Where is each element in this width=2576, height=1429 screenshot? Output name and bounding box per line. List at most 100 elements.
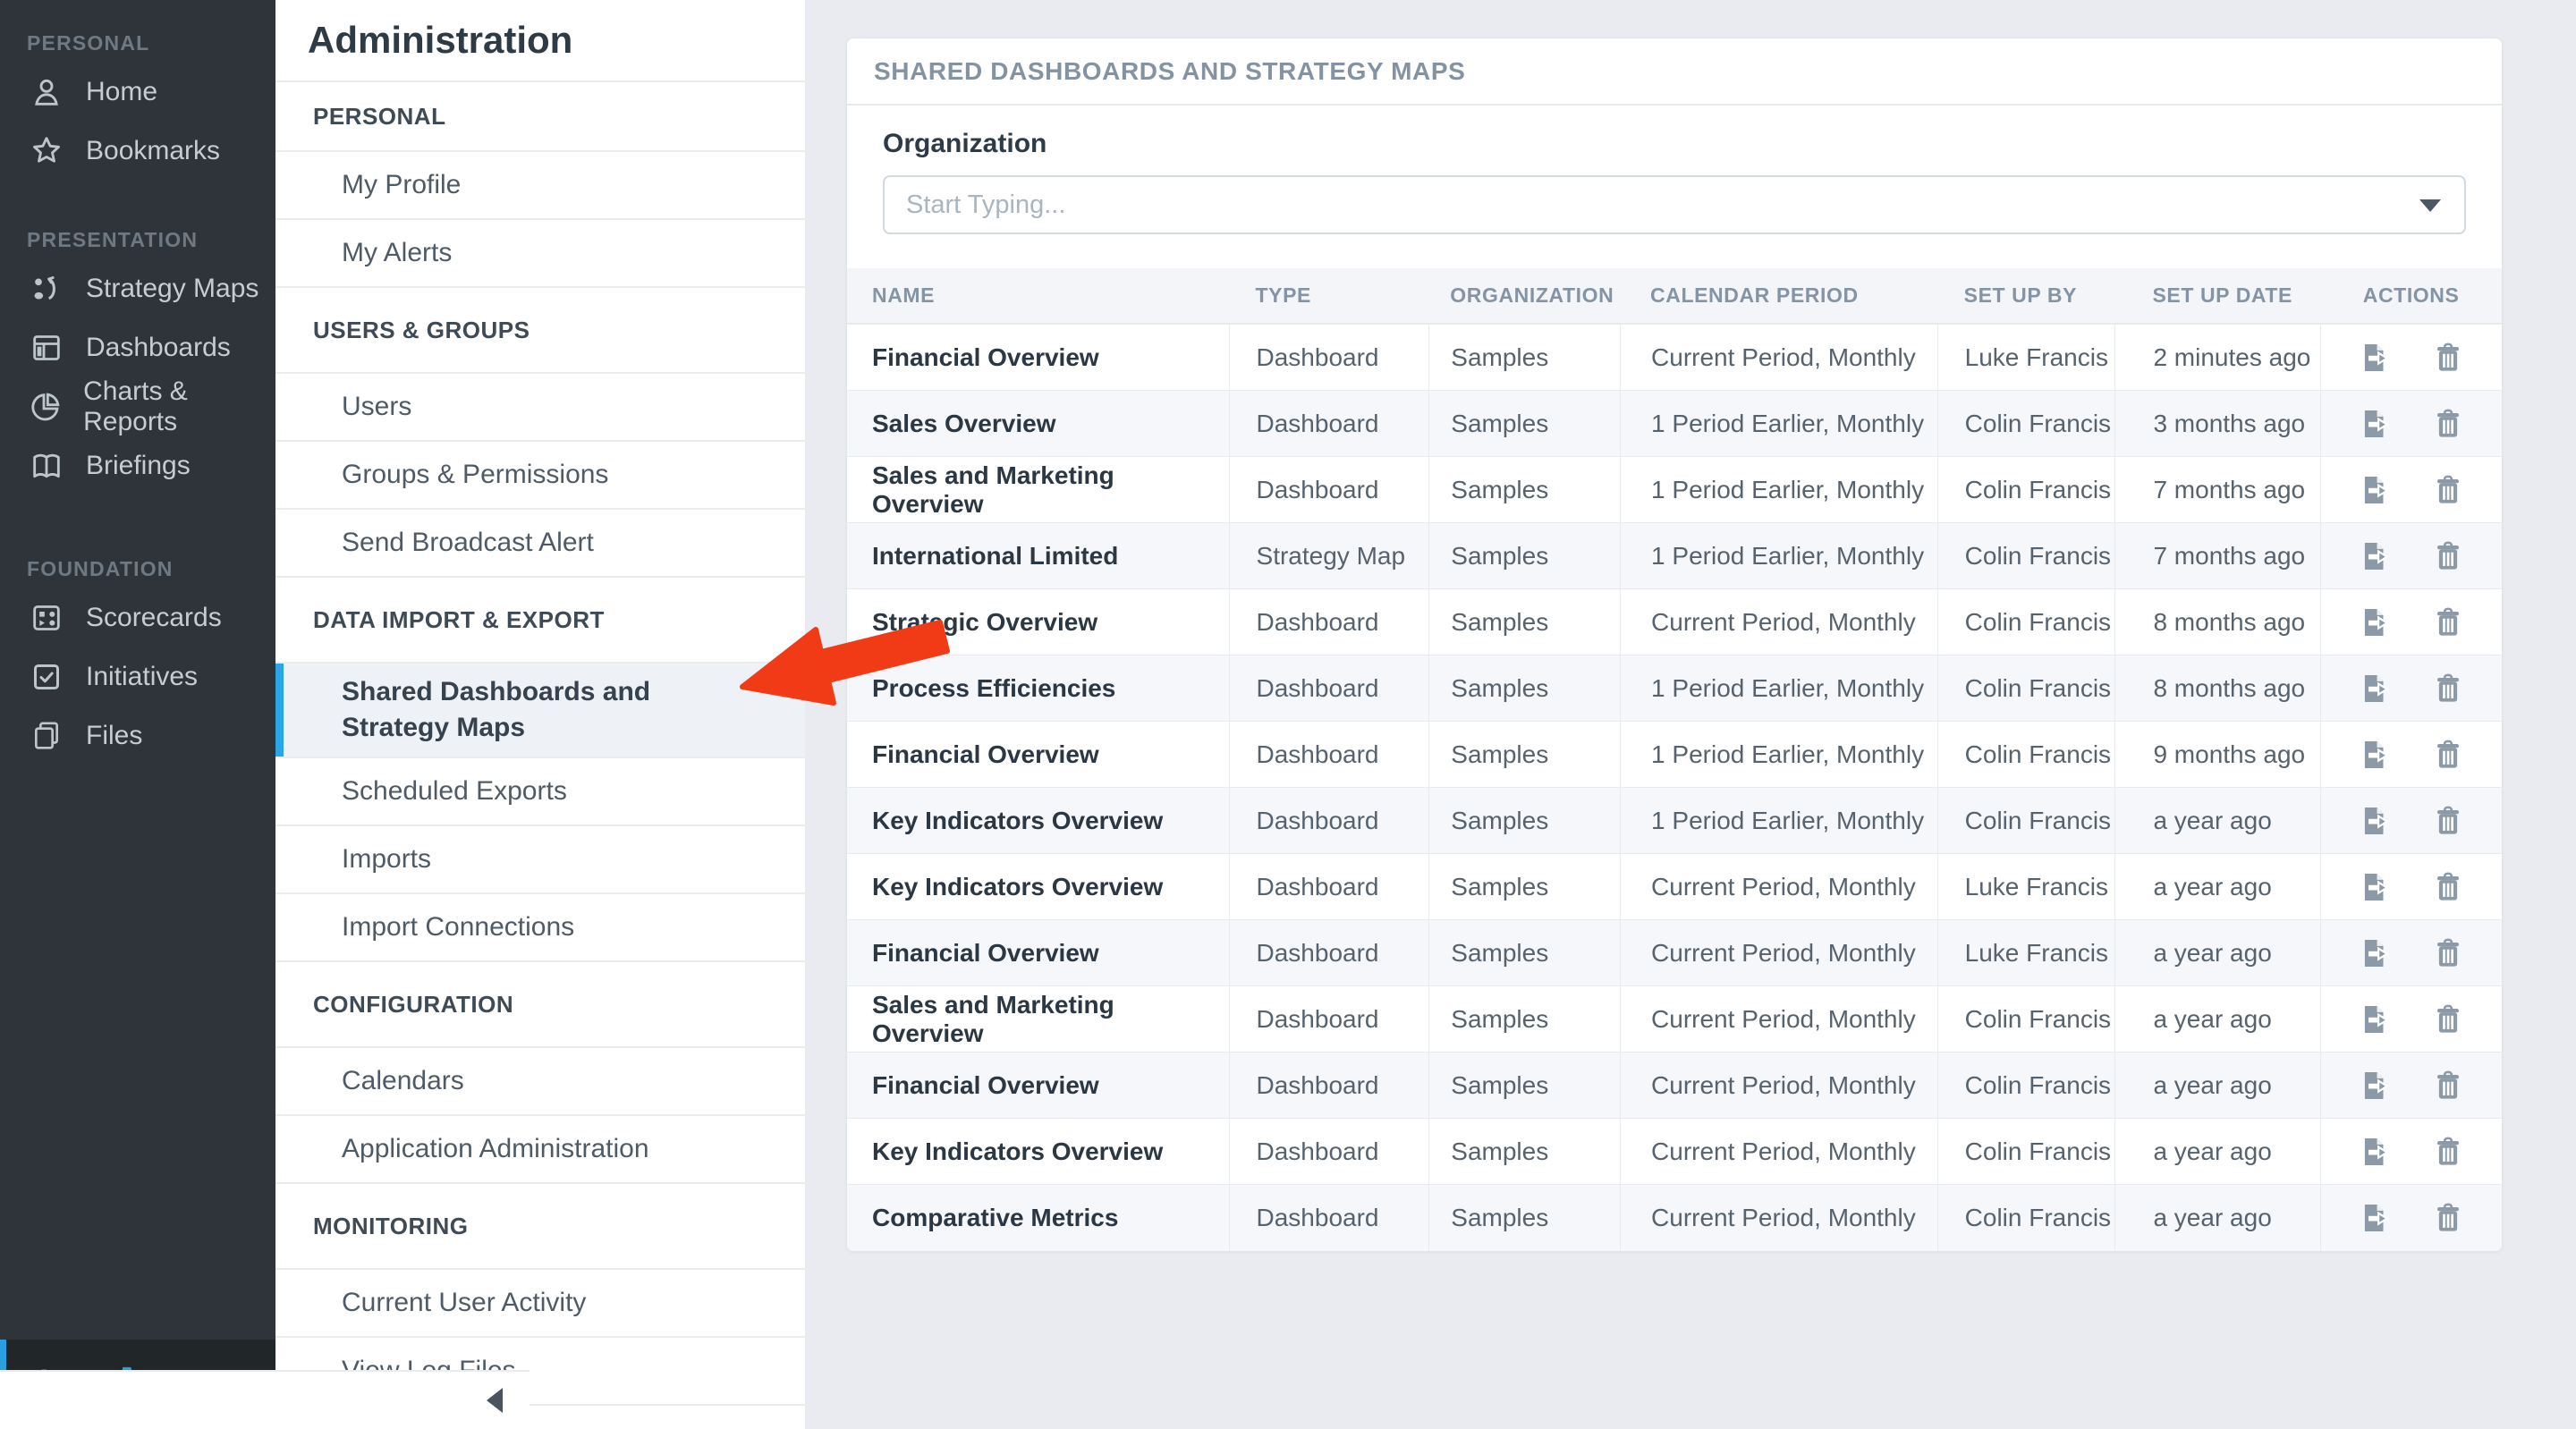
cell-type: Dashboard	[1229, 986, 1429, 1052]
delete-icon[interactable]	[2431, 341, 2465, 375]
export-icon[interactable]	[2358, 1002, 2392, 1036]
cell-set-up-date: 8 months ago	[2114, 655, 2320, 721]
export-icon[interactable]	[2358, 407, 2392, 441]
delete-icon[interactable]	[2431, 473, 2465, 507]
export-icon[interactable]	[2358, 1201, 2392, 1235]
column-header-set-up-date: SET UP DATE	[2114, 268, 2320, 323]
delete-icon[interactable]	[2431, 1069, 2465, 1103]
cell-name: Key Indicators Overview	[847, 1119, 1229, 1184]
admin-item-shared-dashboards-and-strategy-maps[interactable]: Shared Dashboards and Strategy Maps	[275, 664, 805, 758]
cell-actions	[2320, 1119, 2502, 1184]
delete-icon[interactable]	[2431, 738, 2465, 772]
sidebar-group: PERSONALHomeBookmarks	[0, 23, 275, 181]
cell-calendar-period: 1 Period Earlier, Monthly	[1620, 655, 1937, 721]
admin-item-import-connections[interactable]: Import Connections	[275, 894, 805, 962]
organization-input[interactable]	[883, 175, 2466, 234]
admin-item-my-profile[interactable]: My Profile	[275, 152, 805, 220]
column-header-type: TYPE	[1229, 268, 1429, 323]
export-icon[interactable]	[2358, 1069, 2392, 1103]
admin-item-current-user-activity[interactable]: Current User Activity	[275, 1270, 805, 1338]
admin-item-imports[interactable]: Imports	[275, 826, 805, 894]
chevron-down-icon[interactable]	[2419, 199, 2441, 212]
cell-set-up-date: 7 months ago	[2114, 523, 2320, 588]
table-body: Financial OverviewDashboardSamplesCurren…	[847, 325, 2502, 1251]
cell-calendar-period: 1 Period Earlier, Monthly	[1620, 457, 1937, 522]
cell-set-up-date: 9 months ago	[2114, 722, 2320, 787]
panel-collapse-icon[interactable]	[487, 1388, 503, 1413]
sidebar-item-label: Scorecards	[86, 603, 222, 633]
admin-item-label: Calendars	[342, 1066, 464, 1096]
administration-panel: Administration PERSONALMy ProfileMy Aler…	[275, 0, 805, 1429]
page-title: Administration	[275, 0, 805, 82]
delete-icon[interactable]	[2431, 936, 2465, 970]
table-row: Financial OverviewDashboardSamplesCurren…	[847, 920, 2502, 986]
admin-section-label: DATA IMPORT & EXPORT	[275, 578, 805, 664]
delete-icon[interactable]	[2431, 870, 2465, 904]
admin-item-scheduled-exports[interactable]: Scheduled Exports	[275, 758, 805, 826]
table-row: Process EfficienciesDashboardSamples1 Pe…	[847, 655, 2502, 722]
cell-calendar-period: Current Period, Monthly	[1620, 1119, 1937, 1184]
admin-item-application-administration[interactable]: Application Administration	[275, 1116, 805, 1184]
sidebar-item-bookmarks[interactable]: Bookmarks	[0, 122, 275, 181]
sidebar-item-files[interactable]: Files	[0, 706, 275, 765]
cell-organization: Samples	[1428, 722, 1620, 787]
cell-name: Sales Overview	[847, 391, 1229, 456]
table-row: Strategic OverviewDashboardSamplesCurren…	[847, 589, 2502, 655]
column-header-set-up-by: SET UP BY	[1937, 268, 2115, 323]
cell-set-up-by: Colin Francis	[1937, 523, 2115, 588]
cell-set-up-date: a year ago	[2114, 920, 2320, 985]
sidebar-item-initiatives[interactable]: Initiatives	[0, 647, 275, 706]
cell-actions	[2320, 457, 2502, 522]
cell-organization: Samples	[1428, 854, 1620, 919]
export-icon[interactable]	[2358, 605, 2392, 639]
sidebar-item-scorecards[interactable]: Scorecards	[0, 588, 275, 647]
cell-name: Financial Overview	[847, 1053, 1229, 1118]
export-icon[interactable]	[2358, 936, 2392, 970]
admin-item-calendars[interactable]: Calendars	[275, 1048, 805, 1116]
delete-icon[interactable]	[2431, 539, 2465, 573]
delete-icon[interactable]	[2431, 1002, 2465, 1036]
admin-menu: PERSONALMy ProfileMy AlertsUSERS & GROUP…	[275, 82, 805, 1406]
table-row: Sales and Marketing OverviewDashboardSam…	[847, 457, 2502, 523]
sidebar-item-label: Files	[86, 721, 142, 751]
cell-calendar-period: Current Period, Monthly	[1620, 325, 1937, 390]
admin-item-users[interactable]: Users	[275, 374, 805, 442]
cell-organization: Samples	[1428, 589, 1620, 655]
admin-item-send-broadcast-alert[interactable]: Send Broadcast Alert	[275, 510, 805, 578]
export-icon[interactable]	[2358, 738, 2392, 772]
export-icon[interactable]	[2358, 870, 2392, 904]
cell-actions	[2320, 722, 2502, 787]
export-icon[interactable]	[2358, 804, 2392, 838]
cell-set-up-by: Colin Francis	[1937, 788, 2115, 853]
sidebar-item-charts-reports[interactable]: Charts & Reports	[0, 377, 275, 436]
cell-type: Dashboard	[1229, 1185, 1429, 1251]
admin-item-my-alerts[interactable]: My Alerts	[275, 220, 805, 288]
export-icon[interactable]	[2358, 1135, 2392, 1169]
sidebar-item-home[interactable]: Home	[0, 63, 275, 122]
delete-icon[interactable]	[2431, 804, 2465, 838]
sidebar-item-dashboards[interactable]: Dashboards	[0, 318, 275, 377]
cell-organization: Samples	[1428, 1053, 1620, 1118]
export-icon[interactable]	[2358, 539, 2392, 573]
delete-icon[interactable]	[2431, 605, 2465, 639]
admin-item-label: Application Administration	[342, 1134, 649, 1164]
sidebar-group-label: PRESENTATION	[0, 220, 275, 259]
export-icon[interactable]	[2358, 672, 2392, 706]
cell-organization: Samples	[1428, 325, 1620, 390]
admin-item-groups-permissions[interactable]: Groups & Permissions	[275, 442, 805, 510]
sidebar-item-strategy-maps[interactable]: Strategy Maps	[0, 259, 275, 318]
delete-icon[interactable]	[2431, 407, 2465, 441]
export-icon[interactable]	[2358, 341, 2392, 375]
sidebar-item-label: Charts & Reports	[83, 376, 275, 437]
sidebar-item-label: Bookmarks	[86, 136, 220, 166]
cell-set-up-date: a year ago	[2114, 788, 2320, 853]
delete-icon[interactable]	[2431, 1201, 2465, 1235]
delete-icon[interactable]	[2431, 1135, 2465, 1169]
table-row: Financial OverviewDashboardSamples1 Peri…	[847, 722, 2502, 788]
delete-icon[interactable]	[2431, 672, 2465, 706]
organization-filter: Organization	[847, 129, 2502, 234]
cell-actions	[2320, 655, 2502, 721]
cell-set-up-by: Colin Francis	[1937, 655, 2115, 721]
sidebar-item-briefings[interactable]: Briefings	[0, 436, 275, 495]
export-icon[interactable]	[2358, 473, 2392, 507]
